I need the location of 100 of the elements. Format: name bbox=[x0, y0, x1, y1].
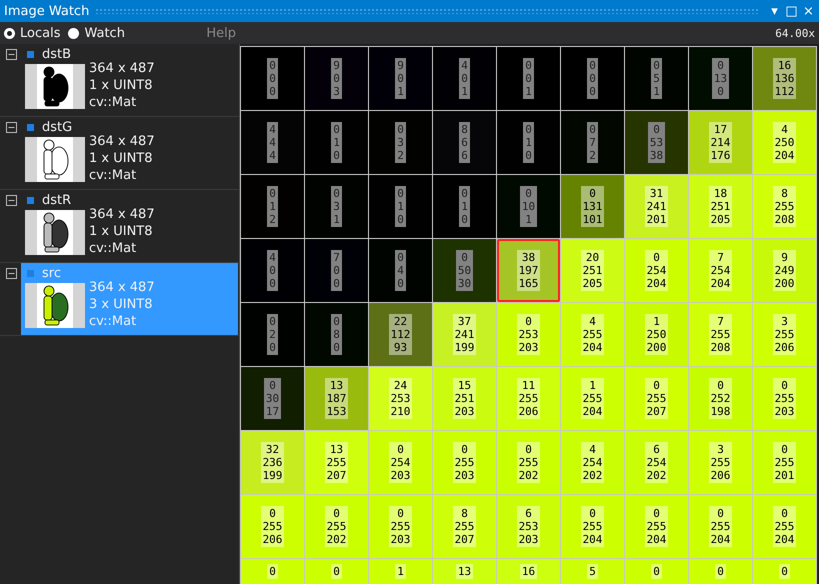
pixel-values: 0 13 0 bbox=[712, 58, 730, 99]
pixel-values: 0 bbox=[779, 564, 790, 579]
pixel-values: 0 1 0 bbox=[395, 186, 406, 227]
image-type: 1 x UINT8 bbox=[89, 150, 154, 167]
pixel-values: 0 2 0 bbox=[267, 314, 278, 355]
pixel-values: 3 255 206 bbox=[772, 314, 796, 355]
pixel-values: 0 1 0 bbox=[459, 186, 470, 227]
pixel-values: 6 253 203 bbox=[516, 506, 540, 547]
pixel-values: 31 241 201 bbox=[644, 186, 668, 227]
variable-name: dstB bbox=[42, 46, 72, 62]
pixel-values: 0 253 203 bbox=[516, 314, 540, 355]
pixel-values: 37 241 199 bbox=[452, 314, 476, 355]
collapse-icon[interactable] bbox=[6, 49, 17, 60]
pixel-values: 4 250 204 bbox=[772, 122, 796, 163]
image-size: 364 x 487 bbox=[89, 133, 155, 150]
pixel-values: 1 250 200 bbox=[644, 314, 668, 355]
pixel-values: 0 255 202 bbox=[324, 506, 348, 547]
pixel-values: 9 0 3 bbox=[331, 58, 342, 99]
variable-name: dstR bbox=[42, 192, 72, 208]
pixel-values: 6 254 202 bbox=[644, 442, 668, 483]
title-bar-button[interactable]: × bbox=[800, 4, 817, 18]
variable-item[interactable]: dstB 364 x 487 1 x UINT8 cv::Mat bbox=[21, 44, 238, 116]
pixel-values: 15 251 203 bbox=[452, 378, 476, 419]
pixel-values: 0 4 0 bbox=[395, 250, 406, 291]
pixel-values: 0 0 0 bbox=[267, 58, 278, 99]
pixel-values: 0 255 204 bbox=[772, 506, 796, 547]
image-type: 3 x UINT8 bbox=[89, 296, 154, 313]
variable-item[interactable]: dstG 364 x 487 1 x UINT8 cv::Mat bbox=[21, 117, 238, 189]
pixel-values: 0 bbox=[715, 564, 726, 579]
image-size: 364 x 487 bbox=[89, 206, 155, 223]
image-class: cv::Mat bbox=[89, 167, 138, 184]
pixel-values: 7 0 0 bbox=[331, 250, 342, 291]
pixel-values: 17 214 176 bbox=[708, 122, 732, 163]
pixel-values: 1 bbox=[395, 564, 406, 579]
pixel-values: 0 252 198 bbox=[708, 378, 732, 419]
view-radio[interactable]: Locals bbox=[4, 26, 60, 40]
pixel-values: 0 255 204 bbox=[580, 506, 604, 547]
image-class: cv::Mat bbox=[89, 313, 138, 330]
collapse-icon[interactable] bbox=[6, 268, 17, 279]
pixel-values: 0 254 204 bbox=[644, 250, 668, 291]
pixel-values: 0 0 1 bbox=[523, 58, 534, 99]
pixel-values: 13 bbox=[456, 564, 474, 579]
pixel-values: 0 254 203 bbox=[388, 442, 412, 483]
pixel-values: 0 bbox=[651, 564, 662, 579]
pixel-values: 0 1 2 bbox=[267, 186, 278, 227]
pixel-values: 0 bbox=[267, 564, 278, 579]
image-type: 1 x UINT8 bbox=[89, 77, 154, 94]
pixel-values: 7 254 204 bbox=[708, 250, 732, 291]
square-icon bbox=[27, 270, 34, 276]
pixel-values: 0 255 203 bbox=[388, 506, 412, 547]
pixel-values: 0 255 202 bbox=[516, 442, 540, 483]
pixel-values: 22 112 93 bbox=[388, 314, 412, 355]
pixel-values: 0 3 2 bbox=[395, 122, 406, 163]
variable-item[interactable]: dstR 364 x 487 1 x UINT8 cv::Mat bbox=[21, 190, 238, 262]
pixel-values: 20 251 205 bbox=[580, 250, 604, 291]
window-title: Image Watch bbox=[4, 4, 90, 18]
pixel-values: 0 255 201 bbox=[772, 442, 796, 483]
pixel-values: 4 255 204 bbox=[580, 314, 604, 355]
pixel-values: 24 253 210 bbox=[388, 378, 412, 419]
pixel-values: 38 197 165 bbox=[516, 250, 540, 291]
title-bar-button[interactable]: □ bbox=[783, 4, 800, 18]
pixel-values: 0 8 0 bbox=[331, 314, 342, 355]
pixel-values: 0 1 0 bbox=[523, 122, 534, 163]
pixel-values: 3 255 206 bbox=[708, 442, 732, 483]
help-link[interactable]: Help bbox=[206, 26, 236, 40]
pixel-values: 0 255 207 bbox=[644, 378, 668, 419]
pixel-values: 16 136 112 bbox=[772, 58, 796, 99]
pixel-values: 0 5 1 bbox=[651, 58, 662, 99]
pixel-values: 5 bbox=[587, 564, 598, 579]
image-class: cv::Mat bbox=[89, 94, 138, 111]
pixel-values: 0 3 1 bbox=[331, 186, 342, 227]
image-size: 364 x 487 bbox=[89, 60, 155, 77]
pixel-values: 13 255 207 bbox=[324, 442, 348, 483]
pixel-values: 0 131 101 bbox=[580, 186, 604, 227]
pixel-values: 0 7 2 bbox=[587, 122, 598, 163]
pixel-values: 0 255 203 bbox=[452, 442, 476, 483]
pixel-values: 9 0 1 bbox=[395, 58, 406, 99]
pixel-values: 32 236 199 bbox=[260, 442, 284, 483]
title-bar-button[interactable]: ▾ bbox=[766, 4, 783, 18]
pixel-values: 0 255 204 bbox=[708, 506, 732, 547]
view-radio[interactable]: Watch bbox=[68, 26, 125, 40]
zoom-level: 64.00x bbox=[775, 26, 815, 40]
pixel-values: 0 bbox=[331, 564, 342, 579]
square-icon bbox=[27, 196, 34, 204]
variable-name: dstG bbox=[42, 120, 72, 134]
pixel-values: 8 255 207 bbox=[452, 506, 476, 547]
pixel-values: 0 30 17 bbox=[264, 378, 282, 419]
pixel-values: 11 255 206 bbox=[516, 378, 540, 419]
pixel-values: 0 255 204 bbox=[644, 506, 668, 547]
pixel-values: 4 0 0 bbox=[267, 250, 278, 291]
pixel-values: 0 10 1 bbox=[520, 186, 538, 227]
pixel-values: 0 255 203 bbox=[772, 378, 796, 419]
collapse-icon[interactable] bbox=[6, 122, 17, 133]
pixel-values: 7 255 208 bbox=[708, 314, 732, 355]
image-class: cv::Mat bbox=[89, 240, 138, 257]
image-type: 1 x UINT8 bbox=[89, 223, 154, 240]
collapse-icon[interactable] bbox=[6, 195, 17, 206]
pixel-values: 9 249 200 bbox=[772, 250, 796, 291]
pixel-values: 16 bbox=[520, 564, 538, 579]
pixel-values: 0 50 30 bbox=[456, 250, 474, 291]
